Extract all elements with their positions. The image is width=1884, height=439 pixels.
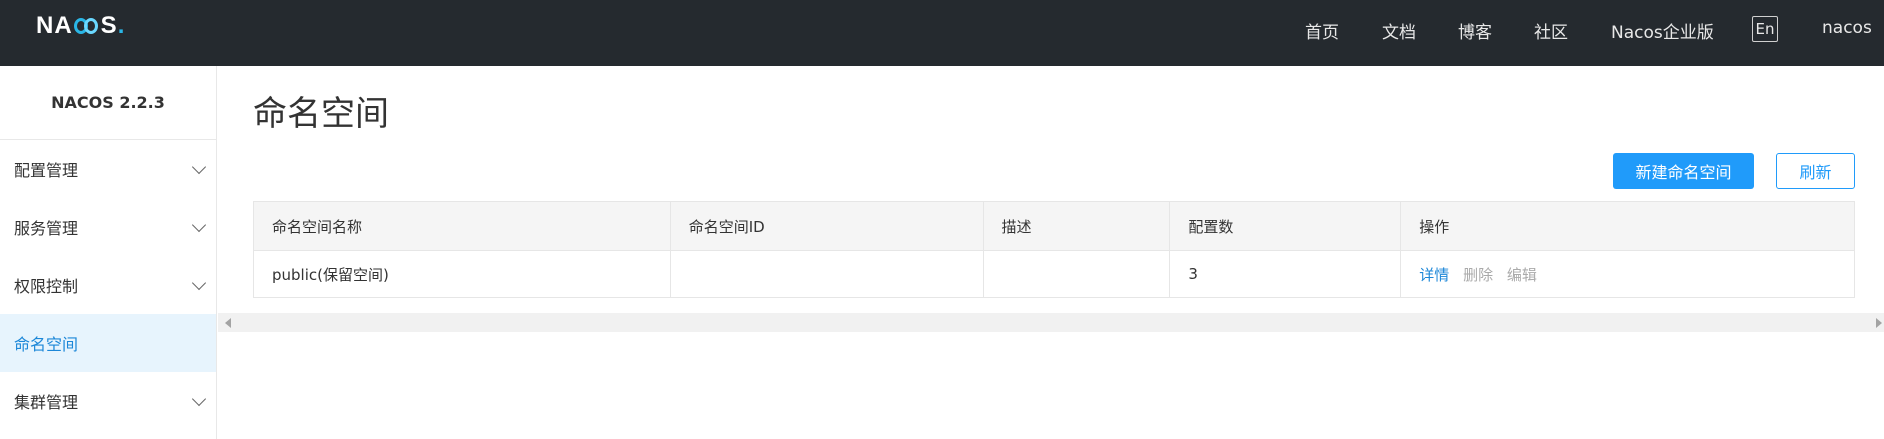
- scroll-right-icon[interactable]: [1876, 318, 1882, 328]
- horizontal-scrollbar[interactable]: [218, 313, 1884, 332]
- chevron-down-icon: [191, 391, 207, 407]
- sidebar-item-access-control[interactable]: 权限控制: [0, 256, 216, 314]
- column-header-actions: 操作: [1400, 201, 1855, 251]
- sidebar-item-label: 服务管理: [14, 219, 79, 238]
- table-row: public(保留空间) 3 详情 删除 编辑: [253, 250, 1855, 298]
- nacos-logo[interactable]: NA S .: [36, 12, 126, 39]
- top-navbar: NA S . 首页 文档 博客 社区 Nacos企业版 En nacos: [0, 0, 1884, 66]
- nav-home[interactable]: 首页: [1305, 18, 1339, 43]
- delete-link[interactable]: 删除: [1463, 266, 1493, 284]
- logo-text-right: S: [100, 12, 118, 39]
- nav-community[interactable]: 社区: [1534, 18, 1568, 43]
- create-namespace-button[interactable]: 新建命名空间: [1613, 153, 1754, 189]
- logo-dot: .: [117, 12, 126, 39]
- detail-link[interactable]: 详情: [1419, 266, 1449, 284]
- sidebar-item-label: 集群管理: [14, 393, 79, 412]
- column-header-id: 命名空间ID: [670, 201, 984, 251]
- refresh-button[interactable]: 刷新: [1776, 153, 1855, 189]
- chevron-down-icon: [191, 275, 207, 291]
- sidebar-item-namespace[interactable]: 命名空间: [0, 314, 216, 372]
- namespace-table: 命名空间名称 命名空间ID 描述 配置数 操作 public(保留空间) 3 详…: [253, 201, 1855, 298]
- chevron-down-icon: [191, 217, 207, 233]
- sidebar-item-service-management[interactable]: 服务管理: [0, 198, 216, 256]
- cell-namespace-id: [670, 250, 984, 298]
- chevron-down-icon: [191, 159, 207, 175]
- column-header-description: 描述: [983, 201, 1171, 251]
- language-switch-button[interactable]: En: [1752, 16, 1778, 42]
- column-header-config-count: 配置数: [1169, 201, 1402, 251]
- sidebar-item-cluster-management[interactable]: 集群管理: [0, 372, 216, 430]
- table-header-row: 命名空间名称 命名空间ID 描述 配置数 操作: [253, 201, 1855, 251]
- cell-config-count: 3: [1169, 250, 1402, 298]
- nav-enterprise[interactable]: Nacos企业版: [1611, 18, 1714, 43]
- cell-actions: 详情 删除 编辑: [1400, 250, 1855, 298]
- sidebar-item-label: 权限控制: [14, 277, 79, 296]
- nav-docs[interactable]: 文档: [1382, 18, 1416, 43]
- page-title: 命名空间: [253, 94, 389, 134]
- logo-text-left: NA: [36, 12, 73, 39]
- sidebar-item-label: 配置管理: [14, 161, 79, 180]
- nav-blog[interactable]: 博客: [1458, 18, 1492, 43]
- column-header-name: 命名空间名称: [253, 201, 671, 251]
- cell-description: [983, 250, 1171, 298]
- sidebar-item-label: 命名空间: [14, 335, 79, 354]
- version-label: NACOS 2.2.3: [0, 66, 216, 140]
- cell-namespace-name: public(保留空间): [253, 250, 671, 298]
- sidebar-item-config-management[interactable]: 配置管理: [0, 140, 216, 198]
- sidebar: NACOS 2.2.3 配置管理 服务管理 权限控制 命名空间 集群管理: [0, 66, 217, 439]
- user-name[interactable]: nacos: [1822, 18, 1872, 38]
- edit-link[interactable]: 编辑: [1507, 266, 1537, 284]
- logo-ring-icon: [73, 17, 100, 35]
- scroll-left-icon[interactable]: [225, 318, 231, 328]
